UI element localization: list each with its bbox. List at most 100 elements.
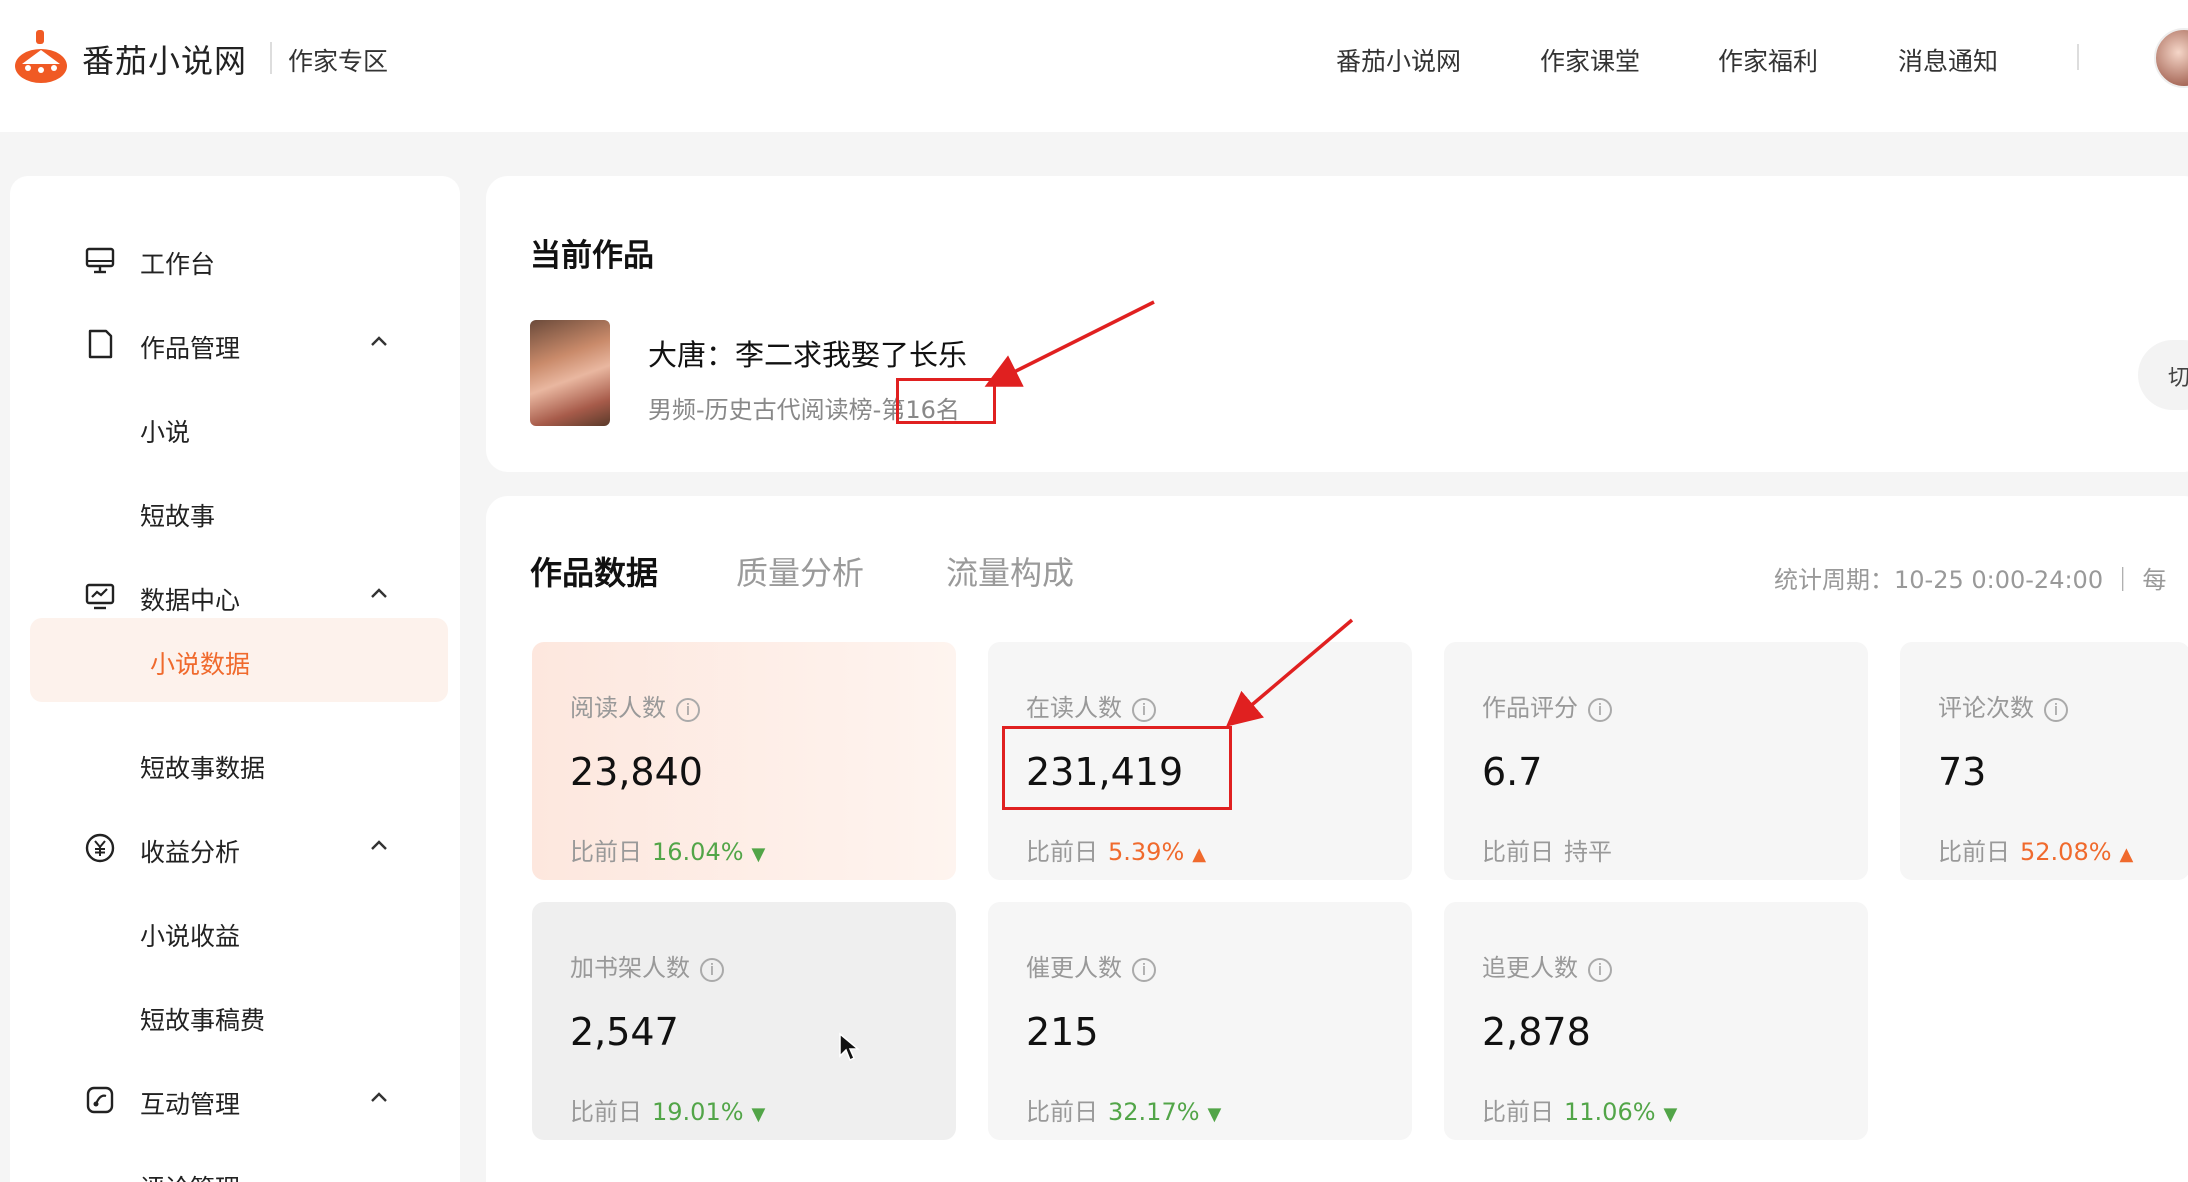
info-icon[interactable]: i [1132, 958, 1156, 982]
stat-change: 11.06% [1564, 1098, 1656, 1126]
mouse-cursor-icon [839, 1032, 860, 1062]
yen-coin-icon [85, 833, 115, 863]
stat-value: 73 [1938, 750, 1987, 794]
sidebar-item-novel[interactable]: 小说 [10, 388, 460, 468]
author-zone-label: 作家专区 [288, 47, 389, 76]
triangle-up-icon: ▲ [1192, 844, 1207, 865]
chevron-up-icon[interactable] [368, 330, 390, 352]
info-icon[interactable]: i [2044, 698, 2068, 722]
info-icon[interactable]: i [1132, 698, 1156, 722]
brand-divider [270, 42, 272, 74]
stat-change: 16.04% [652, 838, 744, 866]
user-avatar[interactable] [2154, 28, 2188, 88]
interaction-icon [86, 1086, 114, 1114]
stat-change: 52.08% [2020, 838, 2112, 866]
annotation-box-rank [896, 378, 996, 424]
tomato-logo-icon[interactable] [14, 28, 68, 84]
sidebar-item-label: 短故事稿费 [140, 1006, 266, 1035]
tab-quality-analysis[interactable]: 质量分析 [736, 548, 864, 594]
stat-value: 215 [1026, 1010, 1099, 1054]
sidebar-item-label: 短故事 [140, 502, 216, 531]
sidebar-item-label: 小说收益 [140, 922, 241, 951]
stat-label: 评论次数 i [1938, 688, 2068, 723]
sidebar-item-novel-income[interactable]: 小说收益 [10, 892, 460, 972]
triangle-down-icon: ▼ [1207, 1104, 1222, 1125]
tab-work-data[interactable]: 作品数据 [530, 548, 658, 594]
stat-compare: 比前日 持平 [1482, 838, 1612, 866]
stat-card-urge-update[interactable]: 催更人数 i 215 比前日 32.17% ▼ [988, 902, 1412, 1140]
stat-card-comments[interactable]: 评论次数 i 73 比前日 52.08% ▲ [1900, 642, 2188, 880]
sidebar-item-works-management[interactable]: 作品管理 [10, 304, 460, 384]
sidebar-item-interaction-management[interactable]: 互动管理 [10, 1060, 460, 1140]
stat-value: 6.7 [1482, 750, 1543, 794]
stat-label: 催更人数 i [1026, 948, 1156, 983]
sidebar-item-label: 互动管理 [140, 1090, 241, 1119]
stat-compare: 比前日 16.04% ▼ [570, 838, 766, 866]
stat-change: 32.17% [1108, 1098, 1200, 1126]
stat-label: 作品评分 i [1482, 688, 1612, 723]
stat-compare: 比前日 11.06% ▼ [1482, 1098, 1678, 1126]
nav-messages[interactable]: 消息通知 [1898, 42, 1998, 78]
triangle-down-icon: ▼ [751, 1104, 766, 1125]
triangle-down-icon: ▼ [1663, 1104, 1678, 1125]
sidebar-item-short-story-fee[interactable]: 短故事稿费 [10, 976, 460, 1056]
chevron-up-icon[interactable] [368, 582, 390, 604]
sidebar: 工作台 作品管理 小说 短故事 数据中心 小说数据 短故事数据 收益分析 小说收… [10, 176, 460, 1182]
stat-change: 5.39% [1108, 838, 1185, 866]
tab-traffic-composition[interactable]: 流量构成 [946, 548, 1074, 594]
stat-value: 23,840 [570, 750, 703, 794]
stat-card-follow-update[interactable]: 追更人数 i 2,878 比前日 11.06% ▼ [1444, 902, 1868, 1140]
stat-compare: 比前日 32.17% ▼ [1026, 1098, 1222, 1126]
sidebar-item-income-analysis[interactable]: 收益分析 [10, 808, 460, 888]
brand-name[interactable]: 番茄小说网 [82, 36, 247, 82]
annotation-box-active-readers [1002, 726, 1232, 810]
sidebar-item-workbench[interactable]: 工作台 [10, 220, 460, 300]
stat-compare: 比前日 5.39% ▲ [1026, 838, 1207, 866]
nav-author-class[interactable]: 作家课堂 [1540, 42, 1640, 78]
chart-monitor-icon [85, 583, 115, 610]
stat-value: 2,547 [570, 1010, 679, 1054]
stat-change: 持平 [1564, 838, 1612, 866]
stat-card-rating[interactable]: 作品评分 i 6.7 比前日 持平 [1444, 642, 1868, 880]
sidebar-item-label: 作品管理 [140, 334, 241, 363]
sidebar-item-short-story[interactable]: 短故事 [10, 472, 460, 552]
nav-fanqie-novel[interactable]: 番茄小说网 [1336, 42, 1461, 78]
top-header: 番茄小说网 作家专区 番茄小说网 作家课堂 作家福利 消息通知 [0, 0, 2188, 132]
stat-label: 阅读人数 i [570, 688, 700, 723]
current-work-panel [486, 176, 2188, 472]
sidebar-item-comment-management[interactable]: 评论管理 [10, 1144, 460, 1182]
info-icon[interactable]: i [1588, 698, 1612, 722]
sidebar-item-label: 评论管理 [140, 1169, 240, 1182]
current-work-title: 当前作品 [530, 238, 654, 274]
sidebar-item-label: 收益分析 [140, 838, 241, 867]
chevron-up-icon[interactable] [368, 1086, 390, 1108]
info-icon[interactable]: i [1588, 958, 1612, 982]
stat-period: 统计周期：10-25 0:00-24:00 ｜ 每 [1774, 566, 2167, 594]
stat-label: 在读人数 i [1026, 688, 1156, 723]
nav-author-benefits[interactable]: 作家福利 [1718, 42, 1818, 78]
sidebar-item-label: 数据中心 [140, 586, 241, 615]
stat-change: 19.01% [652, 1098, 744, 1126]
monitor-icon [85, 247, 115, 274]
stat-compare: 比前日 19.01% ▼ [570, 1098, 766, 1126]
chevron-up-icon[interactable] [368, 834, 390, 856]
rank-category: 男频-历史古代阅读榜- [648, 396, 882, 424]
sidebar-item-label: 短故事数据 [140, 754, 266, 783]
book-cover[interactable] [530, 320, 610, 426]
sidebar-item-short-story-data[interactable]: 短故事数据 [10, 724, 460, 804]
stat-card-bookshelf[interactable]: 加书架人数 i 2,547 比前日 19.01% ▼ [532, 902, 956, 1140]
document-icon [88, 329, 113, 359]
sidebar-item-novel-data[interactable]: 小说数据 [30, 618, 448, 702]
stat-compare: 比前日 52.08% ▲ [1938, 838, 2134, 866]
sidebar-item-label: 工作台 [140, 250, 216, 279]
info-icon[interactable]: i [700, 958, 724, 982]
triangle-down-icon: ▼ [751, 844, 766, 865]
sidebar-item-label: 小说数据 [150, 650, 251, 679]
nav-divider [2077, 44, 2079, 70]
sidebar-item-label: 小说 [140, 418, 191, 447]
stat-card-readers[interactable]: 阅读人数 i 23,840 比前日 16.04% ▼ [532, 642, 956, 880]
stat-label: 加书架人数 i [570, 948, 724, 983]
triangle-up-icon: ▲ [2119, 844, 2134, 865]
info-icon[interactable]: i [676, 698, 700, 722]
book-title[interactable]: 大唐：李二求我娶了长乐 [648, 332, 967, 374]
